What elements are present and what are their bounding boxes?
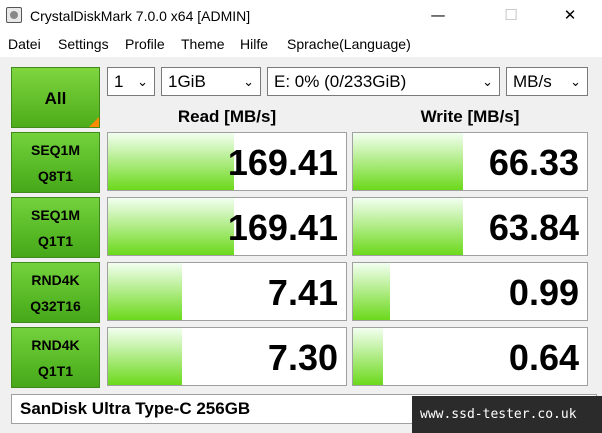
- test-label-line2: Q1T1: [37, 233, 73, 249]
- window-title: CrystalDiskMark 7.0.0 x64 [ADMIN]: [30, 8, 251, 24]
- menu-theme[interactable]: Theme: [181, 36, 225, 52]
- test-label-line1: SEQ1M: [30, 207, 80, 223]
- test-size-value: 1GiB: [168, 72, 206, 91]
- unit-value: MB/s: [513, 72, 552, 91]
- read-speed-bar: [108, 263, 182, 320]
- test-label-line2: Q1T1: [37, 363, 73, 379]
- read-result-cell: 7.30: [107, 327, 347, 386]
- drive-select[interactable]: E: 0% (0/233GiB) ⌄: [267, 67, 500, 96]
- run-all-button[interactable]: All: [11, 67, 100, 128]
- test-count-select[interactable]: 1 ⌄: [107, 67, 155, 96]
- test-label-line2: Q8T1: [37, 168, 73, 184]
- corner-marker: [89, 117, 99, 127]
- test-label-line2: Q32T16: [30, 298, 81, 314]
- maximize-button[interactable]: ☐: [488, 0, 534, 31]
- read-value: 7.41: [267, 272, 338, 313]
- chevron-down-icon: ⌄: [243, 74, 254, 89]
- write-value: 63.84: [488, 207, 579, 248]
- read-speed-bar: [108, 133, 235, 190]
- app-icon: [6, 7, 22, 23]
- read-header: Read [MB/s]: [177, 107, 277, 126]
- write-value: 0.99: [508, 272, 579, 313]
- write-speed-bar: [353, 328, 384, 385]
- read-value: 7.30: [267, 337, 338, 378]
- chevron-down-icon: ⌄: [570, 74, 581, 89]
- read-result-cell: 7.41: [107, 262, 347, 321]
- write-value: 66.33: [488, 142, 579, 183]
- write-speed-bar: [353, 263, 391, 320]
- write-result-cell: 0.99: [352, 262, 588, 321]
- drive-name: SanDisk Ultra Type-C 256GB: [20, 399, 251, 418]
- menu-datei[interactable]: Datei: [8, 36, 41, 52]
- write-header: Write [MB/s]: [420, 107, 520, 126]
- write-speed-bar: [353, 198, 463, 255]
- menu-profile[interactable]: Profile: [125, 36, 165, 52]
- menu-hilfe[interactable]: Hilfe: [240, 36, 268, 52]
- test-button-seq1m-q1t1[interactable]: SEQ1M Q1T1: [11, 197, 100, 258]
- test-button-seq1m-q8t1[interactable]: SEQ1M Q8T1: [11, 132, 100, 193]
- watermark-text: www.ssd-tester.co.uk: [420, 407, 577, 422]
- write-speed-bar: [353, 133, 463, 190]
- write-result-cell: 66.33: [352, 132, 588, 191]
- run-all-label: All: [44, 89, 67, 108]
- read-result-cell: 169.41: [107, 197, 347, 256]
- write-value: 0.64: [508, 337, 579, 378]
- drive-value: E: 0% (0/233GiB): [274, 72, 407, 91]
- menu-settings[interactable]: Settings: [58, 36, 109, 52]
- title-bar: CrystalDiskMark 7.0.0 x64 [ADMIN] — ☐ ✕: [0, 0, 602, 33]
- test-label-line1: SEQ1M: [30, 142, 80, 158]
- minimize-button[interactable]: —: [415, 0, 461, 31]
- test-size-select[interactable]: 1GiB ⌄: [161, 67, 261, 96]
- test-button-rnd4k-q32t16[interactable]: RND4K Q32T16: [11, 262, 100, 323]
- write-result-cell: 63.84: [352, 197, 588, 256]
- chevron-down-icon: ⌄: [137, 74, 148, 89]
- test-count-value: 1: [114, 72, 124, 91]
- unit-select[interactable]: MB/s ⌄: [506, 67, 588, 96]
- read-value: 169.41: [227, 207, 338, 248]
- menu-language[interactable]: Sprache(Language): [287, 36, 411, 52]
- menu-bar: Datei Settings Profile Theme Hilfe Sprac…: [0, 33, 602, 57]
- test-label-line1: RND4K: [31, 272, 80, 288]
- read-speed-bar: [108, 198, 235, 255]
- read-speed-bar: [108, 328, 182, 385]
- read-value: 169.41: [227, 142, 338, 183]
- test-button-rnd4k-q1t1[interactable]: RND4K Q1T1: [11, 327, 100, 388]
- write-result-cell: 0.64: [352, 327, 588, 386]
- close-button[interactable]: ✕: [547, 0, 593, 31]
- chevron-down-icon: ⌄: [482, 74, 493, 89]
- test-label-line1: RND4K: [31, 337, 80, 353]
- read-result-cell: 169.41: [107, 132, 347, 191]
- watermark: www.ssd-tester.co.uk: [412, 396, 602, 433]
